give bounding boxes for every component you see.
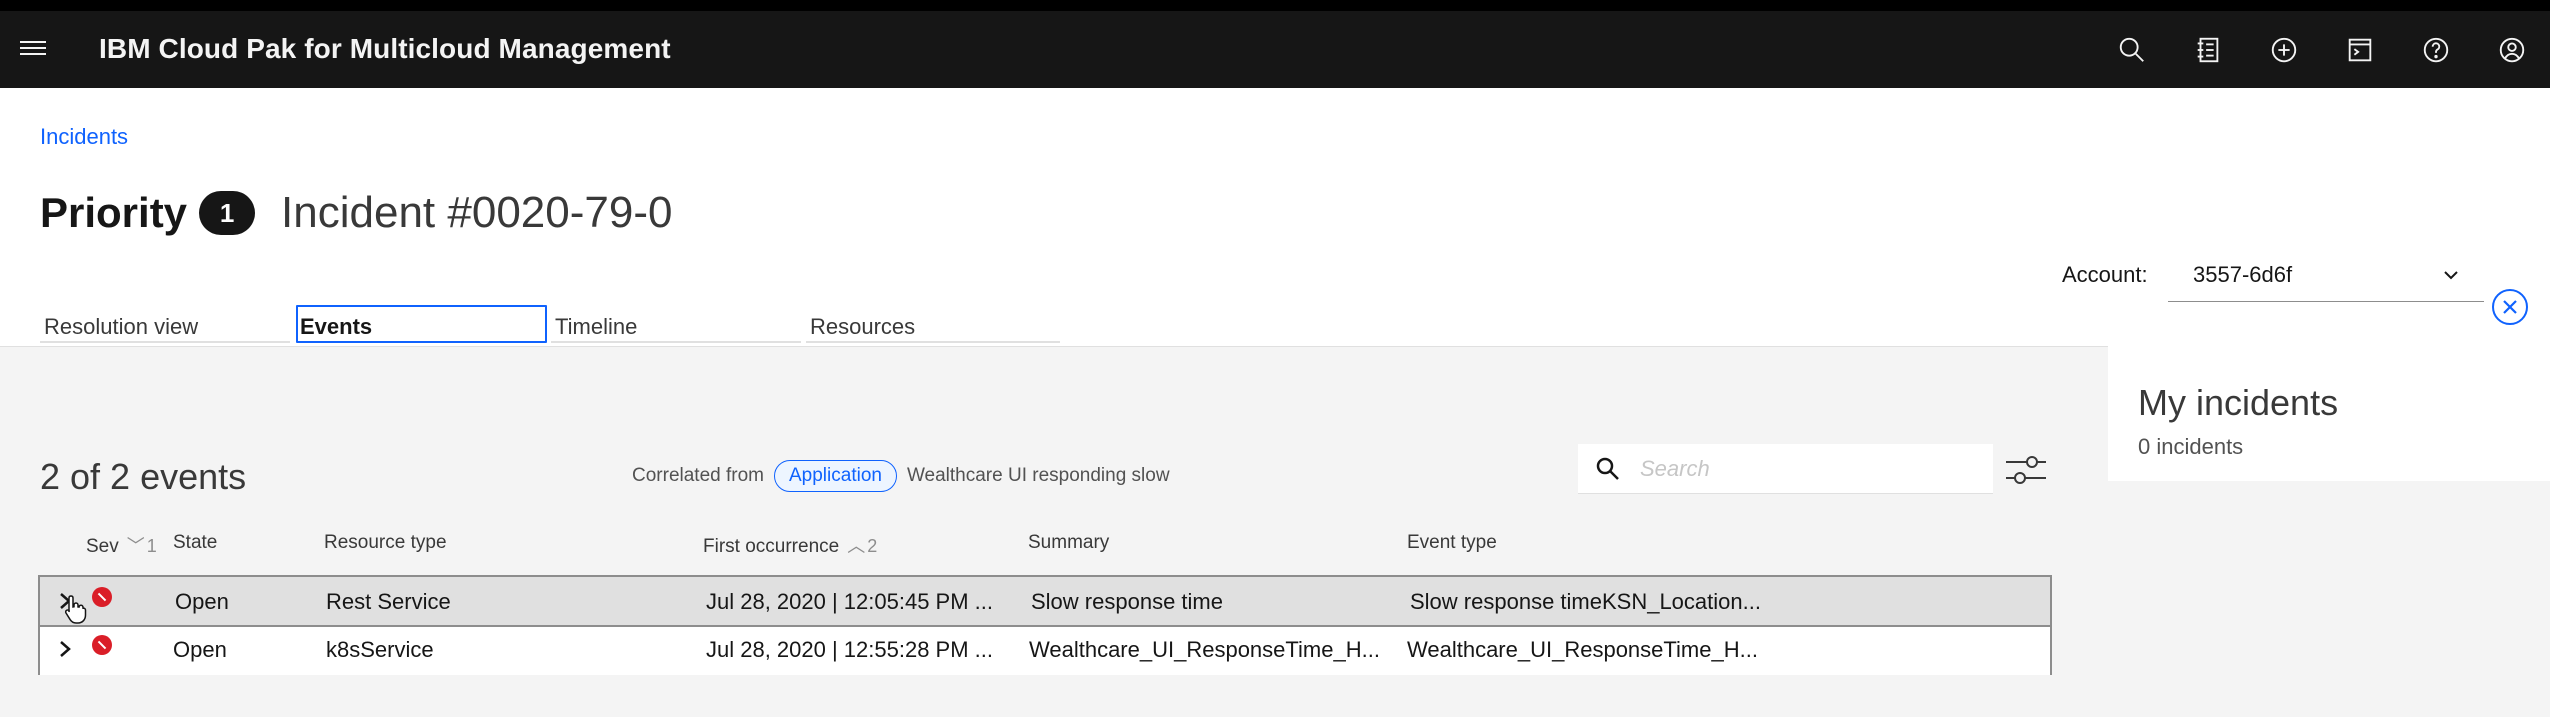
events-table: Open Rest Service Jul 28, 2020 | 12:05:4…: [38, 575, 2052, 675]
table-row[interactable]: Open Rest Service Jul 28, 2020 | 12:05:4…: [40, 577, 2050, 625]
correlated-from: Correlated from Application Wealthcare U…: [632, 460, 1170, 492]
page-title: Priority 1 Incident #0020-79-0: [40, 188, 672, 238]
column-header-sev[interactable]: Sev ﹀ 1: [86, 532, 157, 558]
row-summary: Wealthcare_UI_ResponseTime_H...: [1029, 637, 1380, 662]
severity-critical-icon: [92, 587, 112, 607]
row-summary: Slow response time: [1031, 589, 1223, 614]
priority-label: Priority: [40, 189, 188, 236]
account-value: 3557-6d6f: [2193, 262, 2293, 287]
breadcrumb-incidents[interactable]: Incidents: [40, 124, 128, 150]
close-icon[interactable]: [2492, 289, 2528, 325]
account-dropdown[interactable]: 3557-6d6f: [2168, 248, 2484, 302]
filter-settings-icon[interactable]: [2004, 450, 2048, 490]
my-incidents-title: My incidents: [2138, 382, 2339, 423]
sort-order-first-occurrence: 2: [867, 536, 878, 556]
menu-icon[interactable]: [20, 37, 46, 63]
row-first-occurrence: Jul 28, 2020 | 12:05:45 PM ...: [706, 589, 994, 614]
events-search[interactable]: [1578, 444, 1993, 494]
correlated-name: Wealthcare UI responding slow: [906, 465, 1170, 486]
row-event-type: Wealthcare_UI_ResponseTime_H...: [1407, 637, 1758, 662]
my-incidents-count: 0 incidents: [2138, 434, 2244, 459]
help-icon[interactable]: [2398, 25, 2474, 75]
row-first-occurrence: Jul 28, 2020 | 12:55:28 PM ...: [706, 637, 994, 662]
column-header-resource-type[interactable]: Resource type: [324, 532, 447, 554]
column-header-event-type[interactable]: Event type: [1407, 532, 1497, 554]
row-state: Open: [175, 589, 229, 614]
search-input[interactable]: [1638, 452, 1982, 486]
account-label: Account:: [2062, 262, 2148, 287]
column-header-sev-label: Sev: [86, 536, 119, 557]
column-header-summary[interactable]: Summary: [1028, 532, 1109, 554]
row-state: Open: [173, 637, 227, 662]
tab-resources[interactable]: Resources: [806, 305, 1060, 343]
severity-critical-icon: [92, 635, 112, 655]
row-resource-type: Rest Service: [326, 589, 451, 614]
tab-resolution-view[interactable]: Resolution view: [40, 305, 290, 343]
header-actions: [2094, 25, 2550, 75]
row-event-type: Slow response timeKSN_Location...: [1410, 589, 1761, 614]
tab-timeline[interactable]: Timeline: [551, 305, 801, 343]
tab-events[interactable]: Events: [296, 305, 547, 343]
search-icon[interactable]: [2094, 25, 2170, 75]
app-title: IBM Cloud Pak for Multicloud Management: [99, 33, 671, 64]
row-resource-type: k8sService: [326, 637, 434, 662]
catalog-icon[interactable]: [2170, 25, 2246, 75]
user-icon[interactable]: [2474, 25, 2550, 75]
table-row[interactable]: Open k8sService Jul 28, 2020 | 12:55:28 …: [40, 627, 2050, 675]
column-header-state[interactable]: State: [173, 532, 217, 554]
search-icon: [1596, 457, 1619, 480]
terminal-icon[interactable]: [2322, 25, 2398, 75]
my-incidents-card[interactable]: My incidents 0 incidents: [2108, 346, 2550, 481]
top-header-bar: IBM Cloud Pak for Multicloud Management: [0, 0, 2550, 88]
chevron-down-icon: [2444, 271, 2458, 280]
column-header-first-occurrence-label: First occurrence: [703, 536, 840, 557]
column-header-first-occurrence[interactable]: First occurrence ︿ 2: [703, 532, 877, 558]
correlated-application-tag[interactable]: Application: [774, 460, 897, 492]
sort-order-sev: 1: [146, 536, 157, 556]
correlated-prefix: Correlated from: [632, 465, 764, 486]
hand-cursor-icon: [64, 595, 87, 624]
add-icon[interactable]: [2246, 25, 2322, 75]
incident-id: Incident #0020-79-0: [281, 188, 673, 237]
chevron-right-icon[interactable]: [54, 637, 76, 661]
sort-ascending-icon: ︿: [847, 536, 866, 556]
events-count: 2 of 2 events: [40, 456, 247, 497]
sort-descending-icon: ﹀: [126, 536, 145, 556]
priority-badge: 1: [199, 191, 256, 235]
